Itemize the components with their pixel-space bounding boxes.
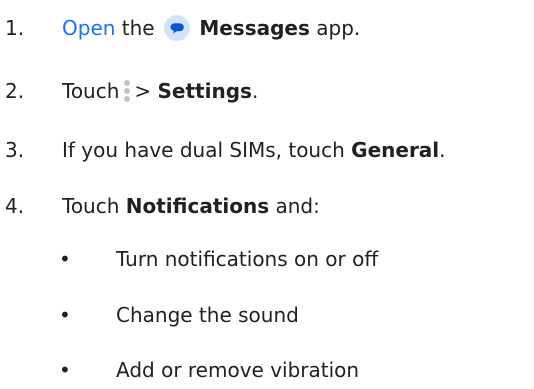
step-number: 1.: [5, 16, 25, 40]
list-item-text: Change the sound: [116, 303, 299, 327]
step-text-part: Touch: [62, 79, 120, 103]
notifications-label: Notifications: [125, 194, 270, 218]
step-text: If you have dual SIMs, touch General.: [62, 136, 446, 164]
more-vert-icon: [122, 78, 132, 106]
step-text-part: .: [251, 79, 259, 103]
step-text-part: the: [121, 16, 155, 40]
general-label: General: [351, 138, 440, 162]
step-number: 2.: [5, 79, 25, 103]
step-text-part: .: [439, 138, 446, 162]
step-text-part: Touch: [62, 194, 120, 218]
step-text-part: If you have dual SIMs, touch: [62, 138, 345, 162]
step-number: 3.: [5, 138, 25, 162]
list-item-text: Add or remove vibration: [116, 358, 360, 382]
bullet: •: [59, 303, 71, 327]
list-item-text: Turn notifications on or off: [116, 247, 379, 271]
step-text-part: and:: [275, 194, 320, 218]
settings-label: Settings: [157, 79, 252, 103]
messages-app-icon: [163, 15, 190, 41]
open-link[interactable]: Open: [62, 16, 115, 40]
instruction-steps: 1. Open the Messages app. 2. Touch > Sett…: [0, 0, 534, 389]
bullet: •: [59, 358, 71, 382]
step-text: Touch Notifications and:: [62, 192, 320, 220]
step-text: Touch > Settings.: [62, 77, 258, 106]
messages-app-name: Messages: [199, 16, 310, 40]
step-number: 4.: [5, 194, 25, 218]
bullet: •: [59, 247, 71, 271]
step-text-part: app.: [316, 16, 361, 40]
step-text: Open the Messages app.: [62, 14, 360, 42]
step-text-part: >: [134, 79, 152, 103]
